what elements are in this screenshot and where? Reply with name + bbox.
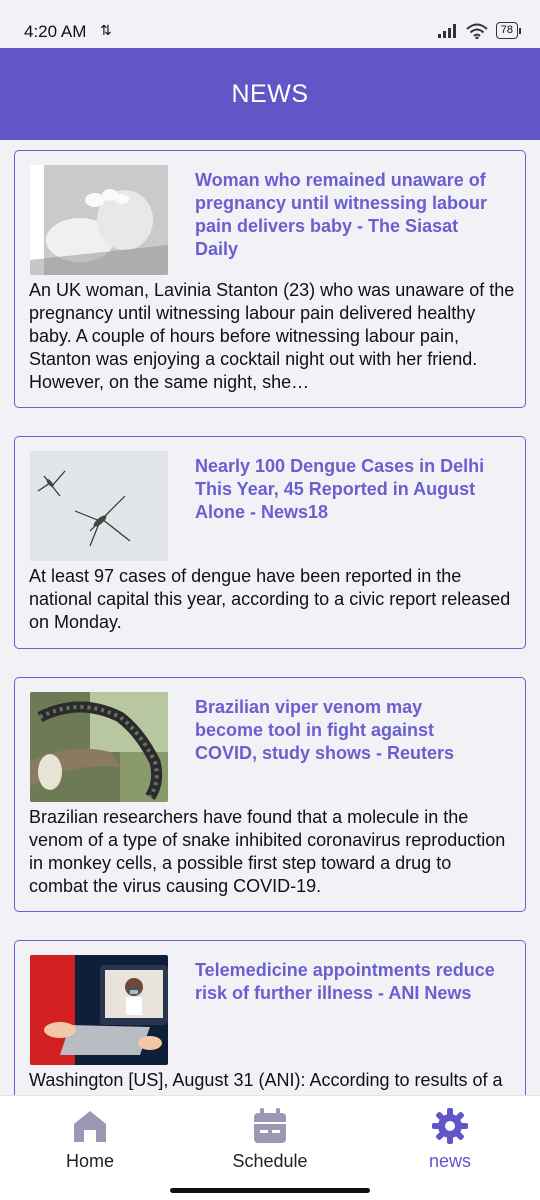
home-icon bbox=[74, 1111, 106, 1142]
news-feed[interactable]: Woman who remained unaware of pregnancy … bbox=[0, 140, 540, 1095]
bottom-navigation: Home Schedule news bbox=[0, 1095, 540, 1200]
gear-icon bbox=[432, 1108, 468, 1144]
status-bar: 4:20 AM ⇅ 78 bbox=[0, 0, 540, 48]
article-description: An UK woman, Lavinia Stanton (23) who wa… bbox=[29, 280, 515, 392]
news-card[interactable]: Brazilian viper venom may become tool in… bbox=[14, 677, 526, 912]
wifi-icon bbox=[466, 23, 488, 39]
snake-photo bbox=[30, 692, 168, 802]
nav-schedule[interactable]: Schedule bbox=[180, 1096, 360, 1186]
gesture-bar bbox=[170, 1188, 370, 1193]
nav-home[interactable]: Home bbox=[0, 1096, 180, 1186]
nav-news-label: news bbox=[428, 1151, 472, 1171]
mosquito-photo bbox=[30, 451, 168, 561]
status-icons: 78 bbox=[437, 22, 522, 39]
article-title[interactable]: Brazilian viper venom may become tool in… bbox=[195, 696, 495, 765]
article-description: Washington [US], August 31 (ANI): Accord… bbox=[29, 1070, 503, 1095]
page-title: NEWS bbox=[231, 79, 309, 108]
nav-home-label: Home bbox=[65, 1151, 114, 1171]
news-card[interactable]: Woman who remained unaware of pregnancy … bbox=[14, 150, 526, 408]
article-title[interactable]: Woman who remained unaware of pregnancy … bbox=[195, 169, 495, 261]
nav-schedule-label: Schedule bbox=[232, 1151, 308, 1171]
article-description: Brazilian researchers have found that a … bbox=[29, 807, 506, 896]
article-title[interactable]: Telemedicine appointments reduce risk of… bbox=[195, 959, 495, 1005]
news-card[interactable]: Nearly 100 Dengue Cases in Delhi This Ye… bbox=[14, 436, 526, 649]
baby-feet-photo bbox=[30, 165, 168, 275]
article-description: At least 97 cases of dengue have been re… bbox=[29, 566, 511, 632]
telemedicine-photo bbox=[30, 955, 168, 1065]
nav-news[interactable]: news bbox=[360, 1096, 540, 1186]
status-time: 4:20 AM bbox=[24, 22, 87, 41]
article-title[interactable]: Nearly 100 Dengue Cases in Delhi This Ye… bbox=[195, 455, 495, 524]
news-card[interactable]: Telemedicine appointments reduce risk of… bbox=[14, 940, 526, 1095]
data-saver-icon: ⇅ bbox=[100, 22, 112, 38]
signal-icon bbox=[437, 23, 456, 38]
calendar-icon bbox=[254, 1108, 286, 1143]
battery-icon: 78 bbox=[495, 22, 522, 39]
app-bar: NEWS bbox=[0, 48, 540, 140]
